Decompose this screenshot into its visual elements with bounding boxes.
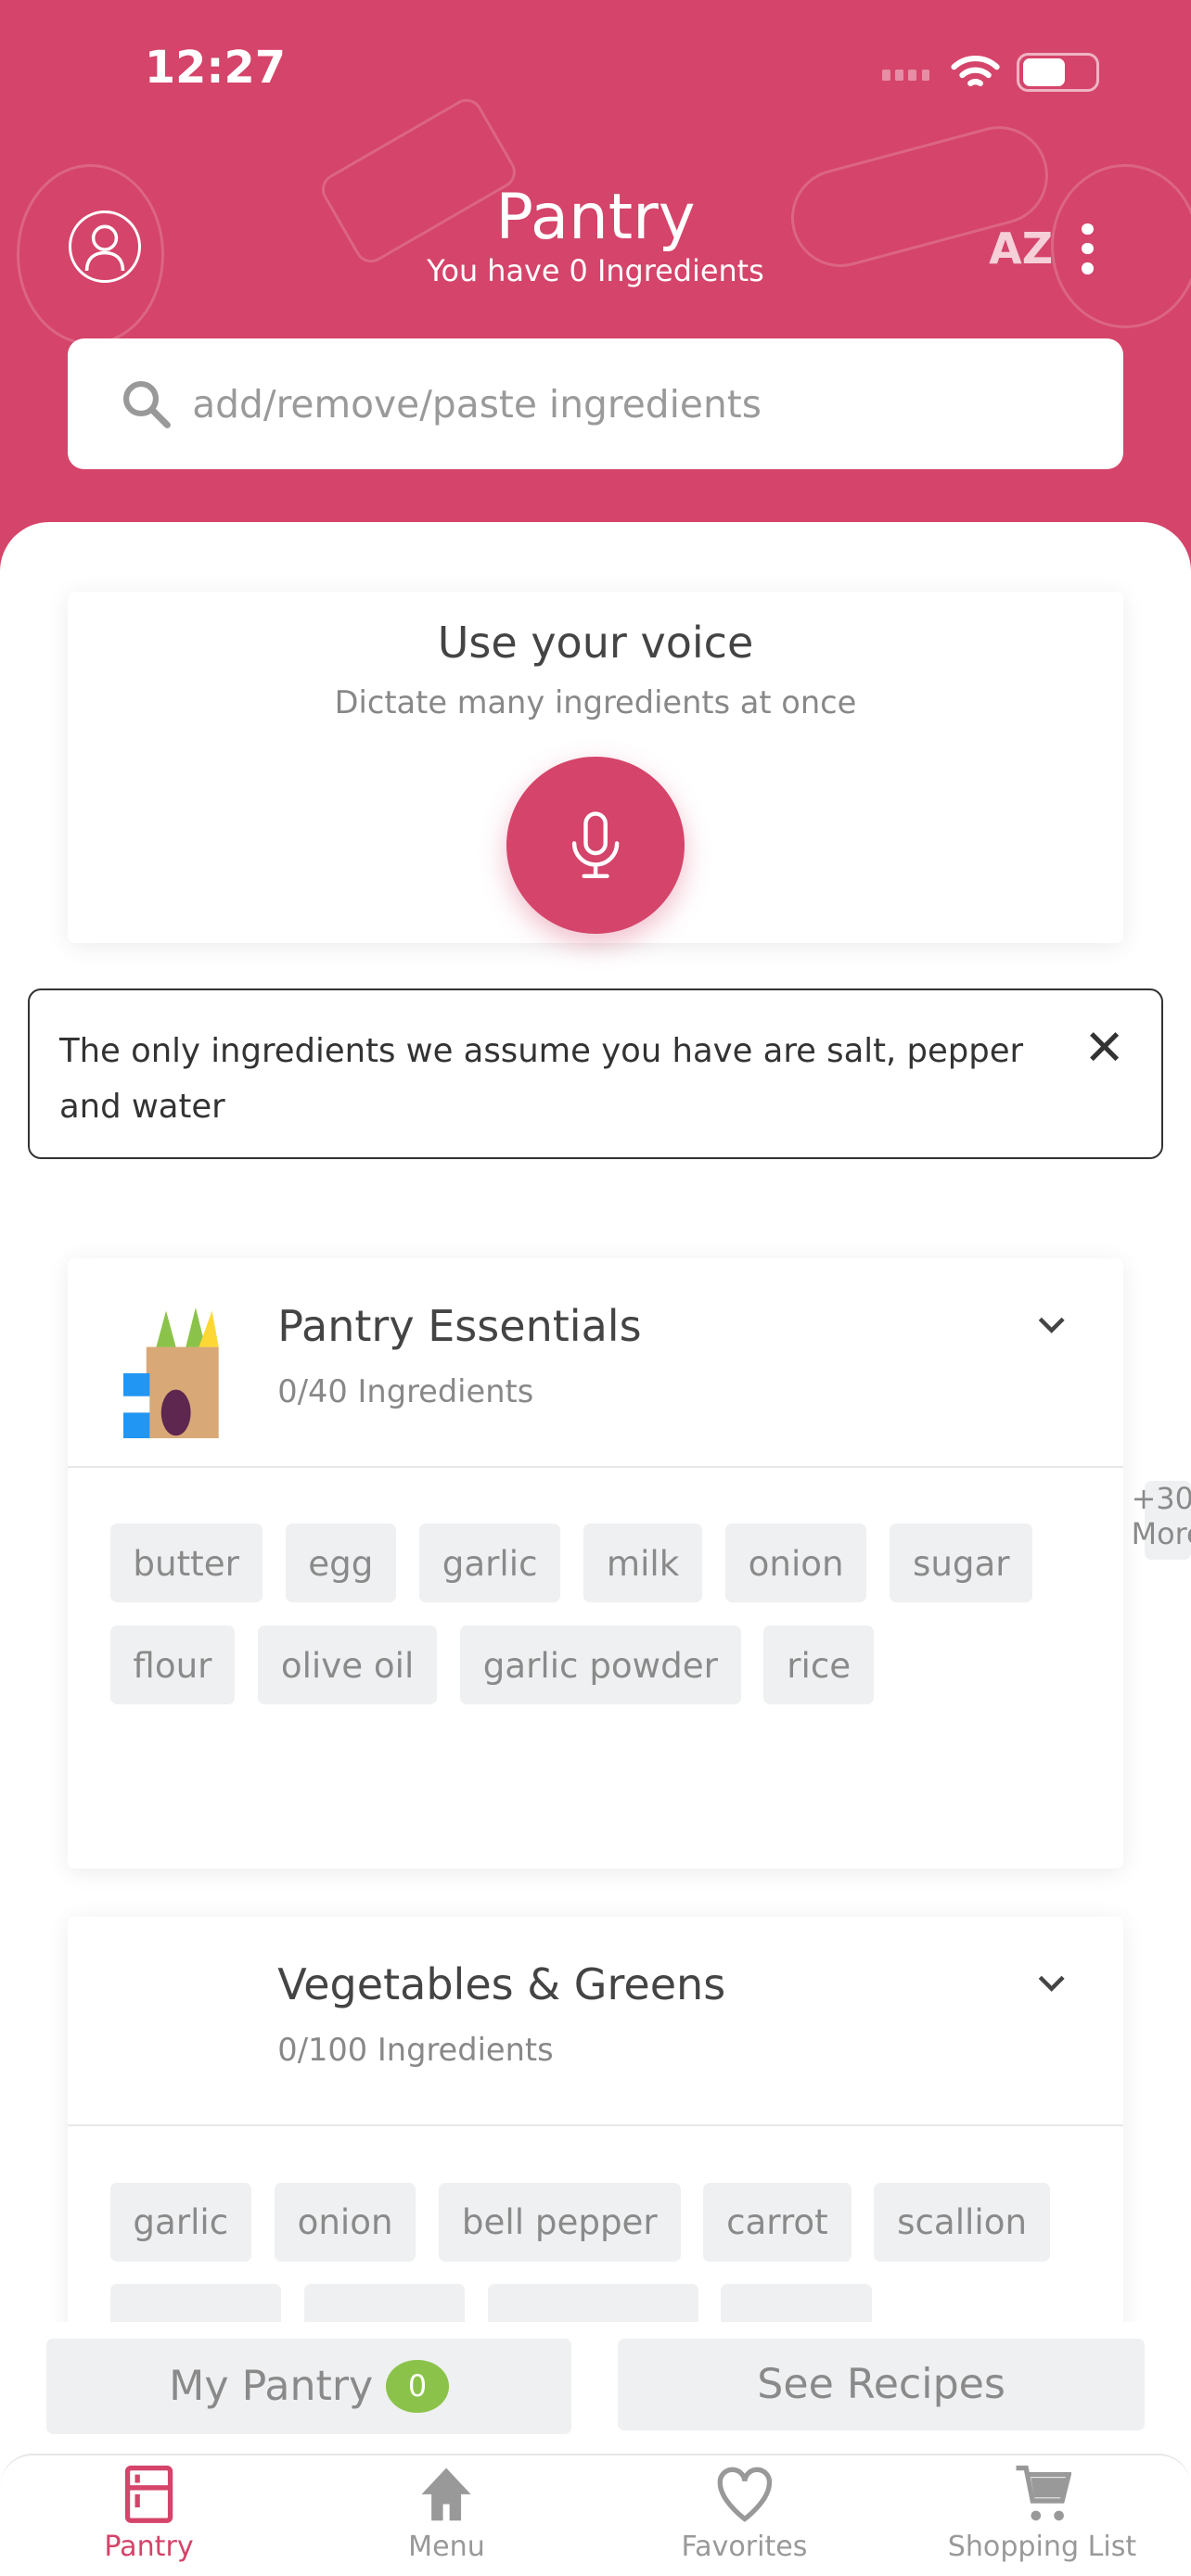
category-header[interactable]: Vegetables & Greens 0/100 Ingredients [67,1917,1124,2127]
ingredient-chip[interactable]: rice [763,1626,874,1705]
ingredient-chip[interactable]: flour [109,1626,236,1705]
tab-shopping-list[interactable]: Shopping List [893,2455,1191,2575]
wifi-icon [951,56,1001,87]
bottom-tab-bar: Pantry Menu Favorites Shopping List [0,2453,1191,2575]
app-screen: 12:27 Pantry You have 0 Ingredients AZ U… [0,0,1191,2575]
fridge-icon [124,2466,173,2524]
category-title: Vegetables & Greens [277,1958,726,2009]
ingredient-chip[interactable]: garlic [109,2182,251,2262]
my-pantry-label: My Pantry [169,2362,374,2410]
tab-label: Favorites [681,2531,808,2564]
category-title: Pantry Essentials [277,1300,642,1351]
tab-label: Shopping List [947,2531,1137,2564]
heart-icon [717,2468,772,2523]
ingredient-chip[interactable]: garlic [418,1524,561,1603]
tab-menu[interactable]: Menu [298,2455,596,2575]
ingredient-chip[interactable]: scallion [874,2182,1050,2262]
tab-label: Pantry [104,2531,194,2564]
ingredient-chip[interactable]: olive oil [258,1626,438,1705]
microphone-button[interactable] [506,756,685,934]
assumption-notice: The only ingredients we assume you have … [28,988,1163,1160]
grocery-bag-icon [122,1307,219,1439]
ingredient-chip[interactable]: carrot [703,2182,852,2262]
tab-pantry[interactable]: Pantry [0,2455,298,2575]
ingredient-chip[interactable]: onion [274,2182,416,2262]
my-pantry-button[interactable]: My Pantry 0 [45,2338,572,2434]
search-bar [67,338,1124,470]
category-count: 0/40 Ingredients [277,1372,534,1409]
sort-az-button[interactable]: AZ [989,223,1053,274]
tab-label: Menu [408,2531,485,2564]
ingredient-chip[interactable]: onion [724,1524,867,1603]
ingredient-chip[interactable]: milk [583,1524,703,1603]
close-icon[interactable]: ✕ [1083,1023,1125,1073]
category-count: 0/100 Ingredients [277,2031,554,2068]
battery-icon [1017,52,1099,93]
voice-subtitle: Dictate many ingredients at once [334,683,857,721]
more-options-button[interactable] [1078,223,1097,274]
notice-text: The only ingredients we assume you have … [58,1031,1024,1126]
category-card-vegetables: Vegetables & Greens 0/100 Ingredients ga… [67,1916,1124,2344]
search-input[interactable] [192,381,1014,427]
voice-card: Use your voice Dictate many ingredients … [67,591,1124,943]
ingredient-chip[interactable]: bell pepper [439,2182,681,2262]
category-header[interactable]: Pantry Essentials 0/40 Ingredients [67,1258,1124,1469]
ingredient-chips: butter egg garlic milk onion sugar flour… [68,1468,1191,1705]
status-time: 12:27 [144,43,286,95]
search-icon [123,381,172,429]
show-more-chip[interactable]: +30 More [1132,1481,1191,1561]
ingredient-chip[interactable]: sugar [890,1524,1033,1603]
microphone-icon [571,811,620,879]
home-icon [421,2468,472,2521]
pantry-count-badge: 0 [386,2359,449,2413]
chevron-down-icon[interactable] [1035,1972,1068,1996]
ingredient-chip[interactable]: butter [109,1524,263,1603]
ingredient-chip[interactable]: garlic powder [459,1626,741,1705]
signal-icon [882,57,935,87]
category-card-pantry-essentials: Pantry Essentials 0/40 Ingredients butte… [67,1257,1191,1869]
tab-favorites[interactable]: Favorites [596,2455,893,2575]
action-bar: My Pantry 0 See Recipes [0,2322,1191,2454]
chevron-down-icon[interactable] [1035,1314,1068,1337]
see-recipes-button[interactable]: See Recipes [617,2338,1146,2431]
voice-title: Use your voice [437,617,754,668]
ingredient-chips: garlic onion bell pepper carrot scallion [68,2126,1124,2344]
status-icons [882,52,1099,93]
ingredient-chip[interactable]: egg [285,1524,397,1603]
cart-icon [1016,2466,1072,2521]
header: 12:27 Pantry You have 0 Ingredients AZ [0,0,1191,592]
